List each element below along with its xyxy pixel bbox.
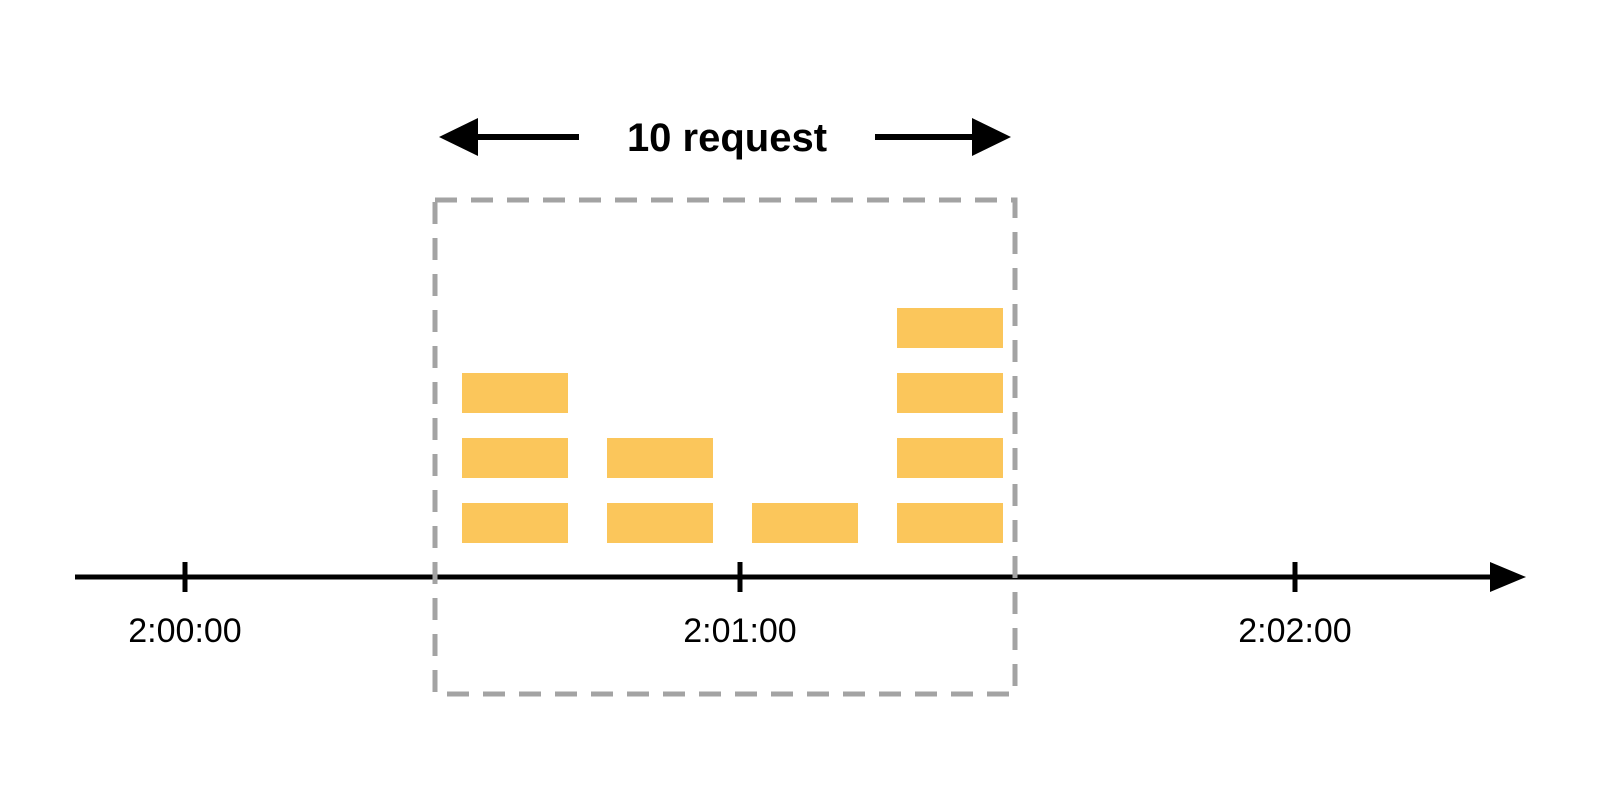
request-block — [897, 308, 1003, 348]
axis-tick-label-1: 2:01:00 — [683, 612, 796, 650]
time-axis: 2:00:00 2:01:00 2:02:00 — [75, 562, 1526, 650]
window-title-arrow: 10 request — [439, 116, 1011, 160]
sliding-window-diagram: 2:00:00 2:01:00 2:02:00 10 request — [0, 0, 1600, 798]
request-block — [462, 438, 568, 478]
request-block — [752, 503, 858, 543]
request-block — [462, 503, 568, 543]
request-block — [607, 503, 713, 543]
axis-tick-label-0: 2:00:00 — [128, 612, 241, 650]
window-title: 10 request — [627, 116, 827, 160]
request-block — [462, 373, 568, 413]
request-block — [897, 373, 1003, 413]
axis-tick-label-2: 2:02:00 — [1238, 612, 1351, 650]
request-block — [897, 438, 1003, 478]
request-block — [607, 438, 713, 478]
request-block — [897, 503, 1003, 543]
request-bars — [462, 308, 1003, 543]
